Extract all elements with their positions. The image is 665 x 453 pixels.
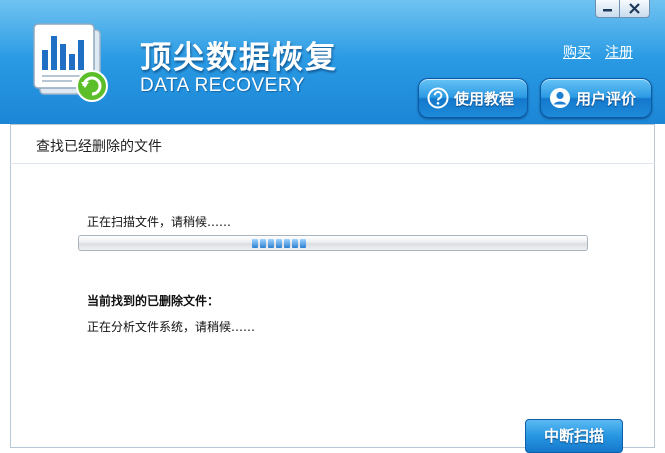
progress-chunk: [300, 239, 306, 248]
minimize-icon: [603, 9, 612, 12]
analyze-status-text: 正在分析文件系统，请稍候……: [87, 320, 256, 334]
user-review-label: 用户评价: [576, 89, 637, 108]
user-review-button[interactable]: 用户评价: [540, 78, 652, 118]
data-recovery-logo-icon: [33, 23, 108, 102]
progress-chunk: [292, 239, 298, 248]
help-tutorial-label: 使用教程: [454, 89, 515, 108]
close-icon: [629, 3, 640, 14]
scan-progress-bar: [78, 235, 588, 251]
app-header: 顶尖数据恢复 DATA RECOVERY 购买 注册 使用教程 用户评价: [0, 0, 665, 124]
progress-chunk: [260, 239, 266, 248]
close-button[interactable]: [620, 0, 650, 18]
progress-chunk: [284, 239, 290, 248]
panel-divider: [10, 163, 655, 164]
progress-chunk: [276, 239, 282, 248]
app-title: 顶尖数据恢复: [140, 40, 338, 76]
help-tutorial-button[interactable]: 使用教程: [418, 78, 528, 118]
panel-title: 查找已经删除的文件: [36, 139, 162, 155]
minimize-button[interactable]: [595, 0, 620, 18]
buy-link[interactable]: 购买: [563, 42, 591, 62]
question-icon: [427, 87, 449, 109]
progress-chunk: [252, 239, 258, 248]
found-files-label: 当前找到的已删除文件：: [87, 294, 220, 308]
scan-panel: [10, 124, 655, 448]
app-subtitle: DATA RECOVERY: [140, 75, 305, 96]
progress-chunk: [268, 239, 274, 248]
register-link[interactable]: 注册: [605, 42, 633, 62]
scan-status-text: 正在扫描文件，请稍候……: [87, 215, 232, 229]
user-icon: [550, 88, 570, 108]
